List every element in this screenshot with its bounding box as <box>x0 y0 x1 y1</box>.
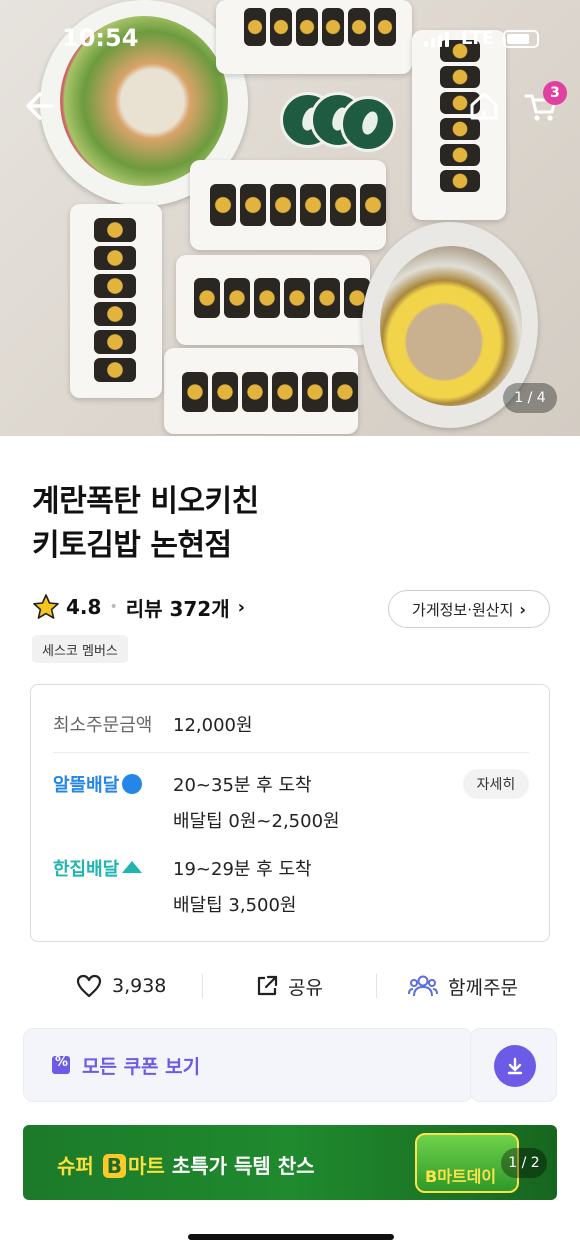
kimbap-roll <box>194 278 370 318</box>
back-button[interactable] <box>18 86 58 126</box>
chevron-right-icon: › <box>519 599 526 619</box>
banner-mart: 마트 <box>128 1154 165 1178</box>
all-coupons-button[interactable]: 모든 쿠폰 보기 <box>23 1028 473 1102</box>
delivery-option-alddle: 알뜰배달 <box>53 771 143 797</box>
share-label: 공유 <box>288 976 323 999</box>
coupon-download-button[interactable] <box>470 1028 557 1102</box>
banner-tagline: 초특가 득템 찬스 <box>171 1154 315 1178</box>
hanjip-delivery-icon <box>122 861 143 873</box>
member-tag: 세스코 멤버스 <box>32 635 128 663</box>
status-time: 10:54 <box>62 24 139 52</box>
banner-art-text: B마트데이 <box>425 1167 497 1186</box>
share-button[interactable]: 공유 <box>256 960 323 1012</box>
home-icon <box>470 92 498 120</box>
store-title-line-2: 키토김밥 논현점 <box>32 528 232 563</box>
divider <box>376 974 377 998</box>
hanjip-delivery-label: 한집배달 <box>53 859 120 880</box>
kimbap-roll <box>210 184 386 226</box>
star-icon <box>33 594 59 619</box>
separator-dot: • <box>109 599 118 615</box>
coupon-label: 모든 쿠폰 보기 <box>82 1055 201 1078</box>
action-bar: 3,938 공유 함께주문 <box>0 960 580 1012</box>
image-pager: 1 / 4 <box>503 383 557 413</box>
min-order-label: 최소주문금액 <box>53 715 153 736</box>
min-order-value: 12,000원 <box>173 715 253 736</box>
rating-review-row[interactable]: 4.8 • 리뷰 372개 › <box>32 590 245 624</box>
alddle-delivery-label: 알뜰배달 <box>53 775 120 796</box>
store-title: 계란폭탄 비오키친 키토김밥 논현점 <box>32 480 259 568</box>
share-icon <box>257 975 278 996</box>
cart-count-badge: 3 <box>543 81 567 105</box>
delivery-option-hanjip: 한집배달 <box>53 855 143 881</box>
home-indicator <box>188 1234 394 1240</box>
hanjip-tip: 배달팁 3,500원 <box>173 895 297 916</box>
battery-icon <box>503 30 539 48</box>
signal-icon <box>424 32 449 47</box>
download-icon <box>494 1045 536 1087</box>
review-count[interactable]: 리뷰 372개 <box>126 593 230 622</box>
group-people-icon <box>408 975 438 997</box>
promo-banner[interactable]: 슈퍼 B 마트 초특가 득템 찬스 B마트데이 1 / 2 <box>23 1125 557 1200</box>
bmart-logo-icon: B <box>102 1154 127 1178</box>
home-button[interactable] <box>464 86 504 126</box>
group-order-label: 함께주문 <box>448 976 518 999</box>
alddle-tip: 배달팁 0원~2,500원 <box>173 811 340 832</box>
delivery-detail-button[interactable]: 자세히 <box>463 769 529 799</box>
alddle-time: 20~35분 후 도착 <box>173 775 312 796</box>
store-hero-image[interactable]: 10:54 LTE 3 1 / 4 <box>0 0 580 436</box>
store-info-button[interactable]: 가게정보·원산지 › <box>388 590 550 628</box>
chevron-right-icon: › <box>237 596 246 618</box>
kimbap-roll <box>94 218 136 382</box>
brand-sticker <box>340 96 396 152</box>
alddle-delivery-icon <box>122 774 143 794</box>
store-info-label: 가게정보·원산지 <box>412 600 514 619</box>
rating-value: 4.8 <box>66 595 102 619</box>
status-bar: 10:54 LTE <box>0 0 580 72</box>
banner-headline: 슈퍼 B 마트 초특가 득템 찬스 <box>57 1150 315 1179</box>
heart-icon <box>76 974 102 998</box>
like-count: 3,938 <box>112 975 167 997</box>
coupon-icon <box>52 1055 70 1074</box>
back-arrow-icon <box>26 92 54 120</box>
divider <box>53 752 529 753</box>
like-button[interactable]: 3,938 <box>76 960 166 1012</box>
banner-super: 슈퍼 <box>57 1154 94 1178</box>
store-title-line-1: 계란폭탄 비오키친 <box>32 484 259 519</box>
hanjip-time: 19~29분 후 도착 <box>173 859 312 880</box>
divider <box>202 974 203 998</box>
network-label: LTE <box>461 28 495 49</box>
kimbap-roll <box>182 372 358 412</box>
banner-pager: 1 / 2 <box>501 1148 547 1178</box>
delivery-info-box: 최소주문금액 12,000원 알뜰배달 20~35분 후 도착 배달팁 0원~2… <box>30 684 550 942</box>
group-order-button[interactable]: 함께주문 <box>408 960 518 1012</box>
